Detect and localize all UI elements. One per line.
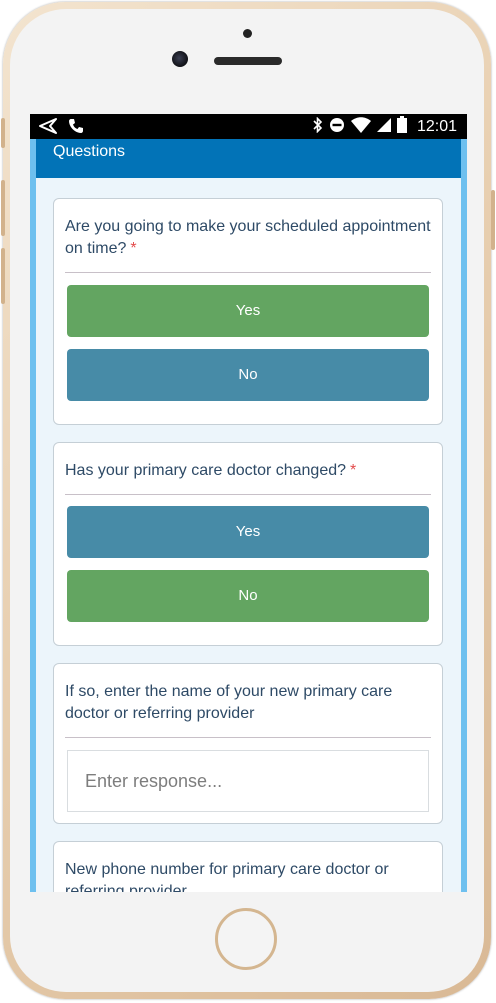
divider	[65, 737, 431, 738]
side-button	[1, 180, 5, 236]
bluetooth-icon	[313, 116, 323, 137]
status-bar: 12:01	[30, 114, 467, 139]
no-button[interactable]: No	[67, 349, 429, 401]
app-content: Questions Are you going to make your sch…	[30, 139, 467, 892]
questions-header: Questions	[36, 139, 461, 178]
response-input[interactable]: Enter response...	[67, 750, 429, 812]
side-button	[491, 190, 495, 250]
required-marker: *	[130, 240, 137, 257]
question-text: If so, enter the name of your new primar…	[65, 683, 393, 722]
status-time: 12:01	[416, 117, 457, 135]
home-button[interactable]	[215, 908, 277, 970]
question-card: Has your primary care doctor changed? * Y…	[53, 442, 443, 646]
battery-icon	[396, 116, 407, 137]
question-label: Are you going to make your scheduled app…	[65, 218, 431, 257]
question-text: New phone number for primary care doctor…	[65, 861, 389, 892]
do-not-disturb-icon	[329, 117, 345, 137]
no-button[interactable]: No	[67, 570, 429, 622]
yes-button[interactable]: Yes	[67, 285, 429, 337]
question-label: Has your primary care doctor changed?	[65, 462, 347, 479]
question-card: Are you going to make your scheduled app…	[53, 198, 443, 425]
phone-screen: 12:01 Questions Are you going to make yo…	[30, 114, 467, 892]
side-button	[1, 248, 5, 304]
divider	[65, 272, 431, 273]
wifi-icon	[350, 116, 371, 137]
earpiece-speaker	[214, 57, 282, 65]
back-arrow-icon	[38, 117, 58, 139]
required-marker: *	[350, 462, 357, 479]
question-text: Are you going to make your scheduled app…	[65, 216, 431, 260]
yes-button[interactable]: Yes	[67, 506, 429, 558]
side-button	[1, 118, 5, 148]
question-text: Has your primary care doctor changed? *	[65, 460, 431, 482]
question-card: If so, enter the name of your new primar…	[53, 663, 443, 824]
cell-signal-icon	[376, 117, 391, 137]
divider	[65, 494, 431, 495]
phone-icon	[68, 118, 84, 138]
question-card: New phone number for primary care doctor…	[53, 841, 443, 892]
front-camera	[172, 51, 188, 67]
page-title: Questions	[53, 143, 126, 160]
proximity-sensor	[243, 29, 252, 38]
